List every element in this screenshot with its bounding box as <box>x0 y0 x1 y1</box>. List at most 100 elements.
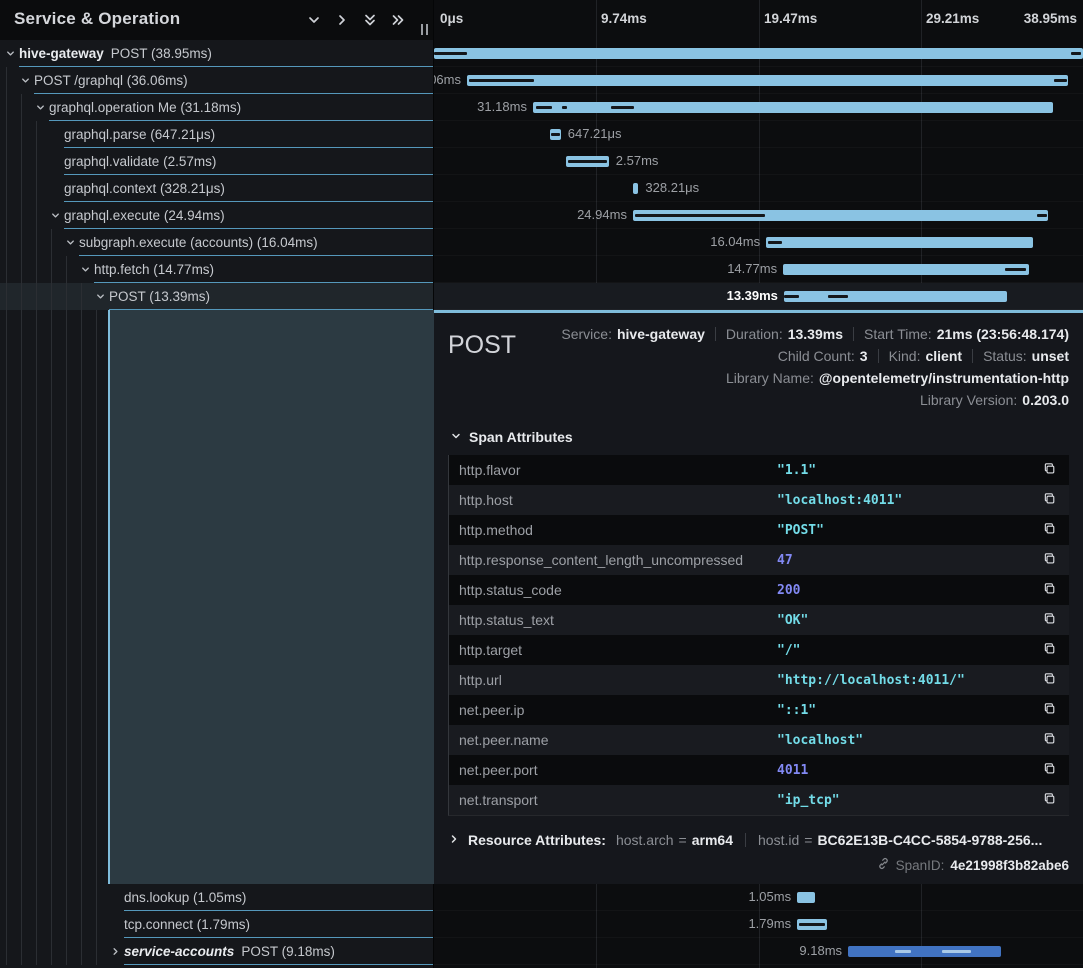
timeline-row[interactable]: 1.05ms <box>434 884 1083 911</box>
tree-row[interactable]: graphql.operation Me (31.18ms) <box>0 94 433 121</box>
bar-duration-label: 13.39ms <box>727 283 778 309</box>
chevron-down-icon[interactable] <box>20 75 31 86</box>
indent-guide <box>36 175 37 202</box>
timeline-row[interactable]: 13.39ms <box>434 283 1083 310</box>
tree-row[interactable]: subgraph.execute (accounts) (16.04ms) <box>0 229 433 256</box>
tree-row[interactable]: POST /graphql (36.06ms) <box>0 67 433 94</box>
chevron-down-icon[interactable] <box>65 237 76 248</box>
tree-row[interactable]: graphql.validate (2.57ms) <box>0 148 433 175</box>
attribute-value: "OK" <box>777 613 1041 628</box>
span-bar[interactable] <box>467 75 1068 86</box>
copy-value-button[interactable] <box>1041 611 1059 629</box>
meta-value: 13.39ms <box>788 326 843 342</box>
tree-row[interactable]: http.fetch (14.77ms) <box>0 256 433 283</box>
copy-value-button[interactable] <box>1041 731 1059 749</box>
attribute-row: http.target"/" <box>449 635 1069 665</box>
detail-meta-line: Service:hive-gatewayDuration:13.39msStar… <box>561 323 1069 345</box>
timeline-row[interactable]: 2.57ms <box>434 148 1083 175</box>
span-bar[interactable] <box>766 237 1033 248</box>
indent-guide <box>21 283 22 310</box>
timeline-row[interactable]: 38.95ms <box>434 40 1083 67</box>
indent-guide <box>96 884 97 911</box>
indent-guide <box>21 884 22 911</box>
bar-duration-label: 328.21μs <box>645 175 699 201</box>
timeline-row[interactable]: 9.18ms <box>434 938 1083 965</box>
meta-value: unset <box>1032 348 1069 364</box>
indent-guide <box>6 229 7 256</box>
copy-value-button[interactable] <box>1041 551 1059 569</box>
copy-icon <box>1043 581 1058 599</box>
copy-value-button[interactable] <box>1041 761 1059 779</box>
tree-row[interactable]: hive-gatewayPOST (38.95ms) <box>0 40 433 67</box>
divider <box>715 327 716 341</box>
indent-guide <box>36 121 37 148</box>
chevron-down-icon[interactable] <box>80 264 91 275</box>
operation-label: POST (13.39ms) <box>109 289 210 304</box>
span-attributes-header[interactable]: Span Attributes <box>450 429 1069 445</box>
resource-attributes-row[interactable]: Resource Attributes: host.arch=arm64host… <box>448 832 1069 848</box>
attribute-value: "localhost" <box>777 733 1041 748</box>
indent-guide <box>51 884 52 911</box>
timeline-row[interactable]: 328.21μs <box>434 175 1083 202</box>
link-icon[interactable] <box>877 857 890 873</box>
chevron-down-icon[interactable] <box>5 48 16 59</box>
timeline-row[interactable]: 36.06ms <box>434 67 1083 94</box>
chevron-down-icon[interactable] <box>50 210 61 221</box>
indent-guide <box>6 148 7 175</box>
service-name: hive-gateway <box>19 46 104 61</box>
indent-guide <box>96 938 97 965</box>
attribute-row: http.url"http://localhost:4011/" <box>449 665 1069 695</box>
timeline-ruler: 0μs9.74ms19.47ms29.21ms38.95ms <box>434 0 1083 40</box>
copy-value-button[interactable] <box>1041 491 1059 509</box>
span-bar[interactable] <box>434 48 1083 59</box>
timeline-row[interactable]: 14.77ms <box>434 256 1083 283</box>
attribute-value: "http://localhost:4011/" <box>777 673 1041 688</box>
span-bar[interactable] <box>797 892 814 903</box>
copy-value-button[interactable] <box>1041 521 1059 539</box>
bar-duration-label: 36.06ms <box>434 67 461 93</box>
collapse-one-button[interactable] <box>306 12 322 28</box>
copy-value-button[interactable] <box>1041 461 1059 479</box>
chevron-down-icon[interactable] <box>95 291 106 302</box>
meta-label: Child Count: <box>778 348 855 364</box>
attribute-key: http.host <box>459 492 777 508</box>
expand-all-button[interactable] <box>390 12 406 28</box>
panel-resize-handle[interactable] <box>421 24 428 35</box>
tree-row[interactable]: graphql.context (328.21μs) <box>0 175 433 202</box>
expand-one-button[interactable] <box>334 12 350 28</box>
resource-key: host.id <box>758 832 799 848</box>
copy-value-button[interactable] <box>1041 791 1059 809</box>
indent-guide <box>51 938 52 965</box>
timeline-row[interactable]: 16.04ms <box>434 229 1083 256</box>
span-attributes-heading: Span Attributes <box>469 429 573 445</box>
timeline-row[interactable]: 1.79ms <box>434 911 1083 938</box>
indent-guide <box>36 148 37 175</box>
timeline-row[interactable]: 24.94ms <box>434 202 1083 229</box>
trace-viewer: Service & Operation hive-gatewayPOST (38… <box>0 0 1083 968</box>
span-bar[interactable] <box>783 264 1029 275</box>
copy-value-button[interactable] <box>1041 641 1059 659</box>
copy-value-button[interactable] <box>1041 671 1059 689</box>
span-bar[interactable] <box>633 183 638 194</box>
copy-value-button[interactable] <box>1041 581 1059 599</box>
span-attributes-table: http.flavor"1.1"http.host"localhost:4011… <box>448 455 1069 816</box>
tree-row[interactable]: graphql.parse (647.21μs) <box>0 121 433 148</box>
tree-row[interactable]: POST (13.39ms) <box>0 283 433 310</box>
chevron-down-icon[interactable] <box>35 102 46 113</box>
bar-duration-label: 14.77ms <box>727 256 777 282</box>
child-span-segment <box>768 241 782 244</box>
tree-row[interactable]: tcp.connect (1.79ms) <box>0 911 433 938</box>
tree-row[interactable]: dns.lookup (1.05ms) <box>0 884 433 911</box>
tree-row[interactable]: service-accountsPOST (9.18ms) <box>0 938 433 965</box>
tree-row[interactable]: graphql.execute (24.94ms) <box>0 202 433 229</box>
ruler-tick-label: 38.95ms <box>1024 11 1077 26</box>
operation-label: graphql.operation Me (31.18ms) <box>49 100 241 115</box>
indent-guide <box>21 94 22 121</box>
collapse-all-button[interactable] <box>362 12 378 28</box>
timeline-row[interactable]: 31.18ms <box>434 94 1083 121</box>
chevron-right-icon[interactable] <box>110 946 121 957</box>
span-bar[interactable] <box>848 946 1001 957</box>
timeline-row[interactable]: 647.21μs <box>434 121 1083 148</box>
copy-value-button[interactable] <box>1041 701 1059 719</box>
span-bar[interactable] <box>784 291 1007 302</box>
